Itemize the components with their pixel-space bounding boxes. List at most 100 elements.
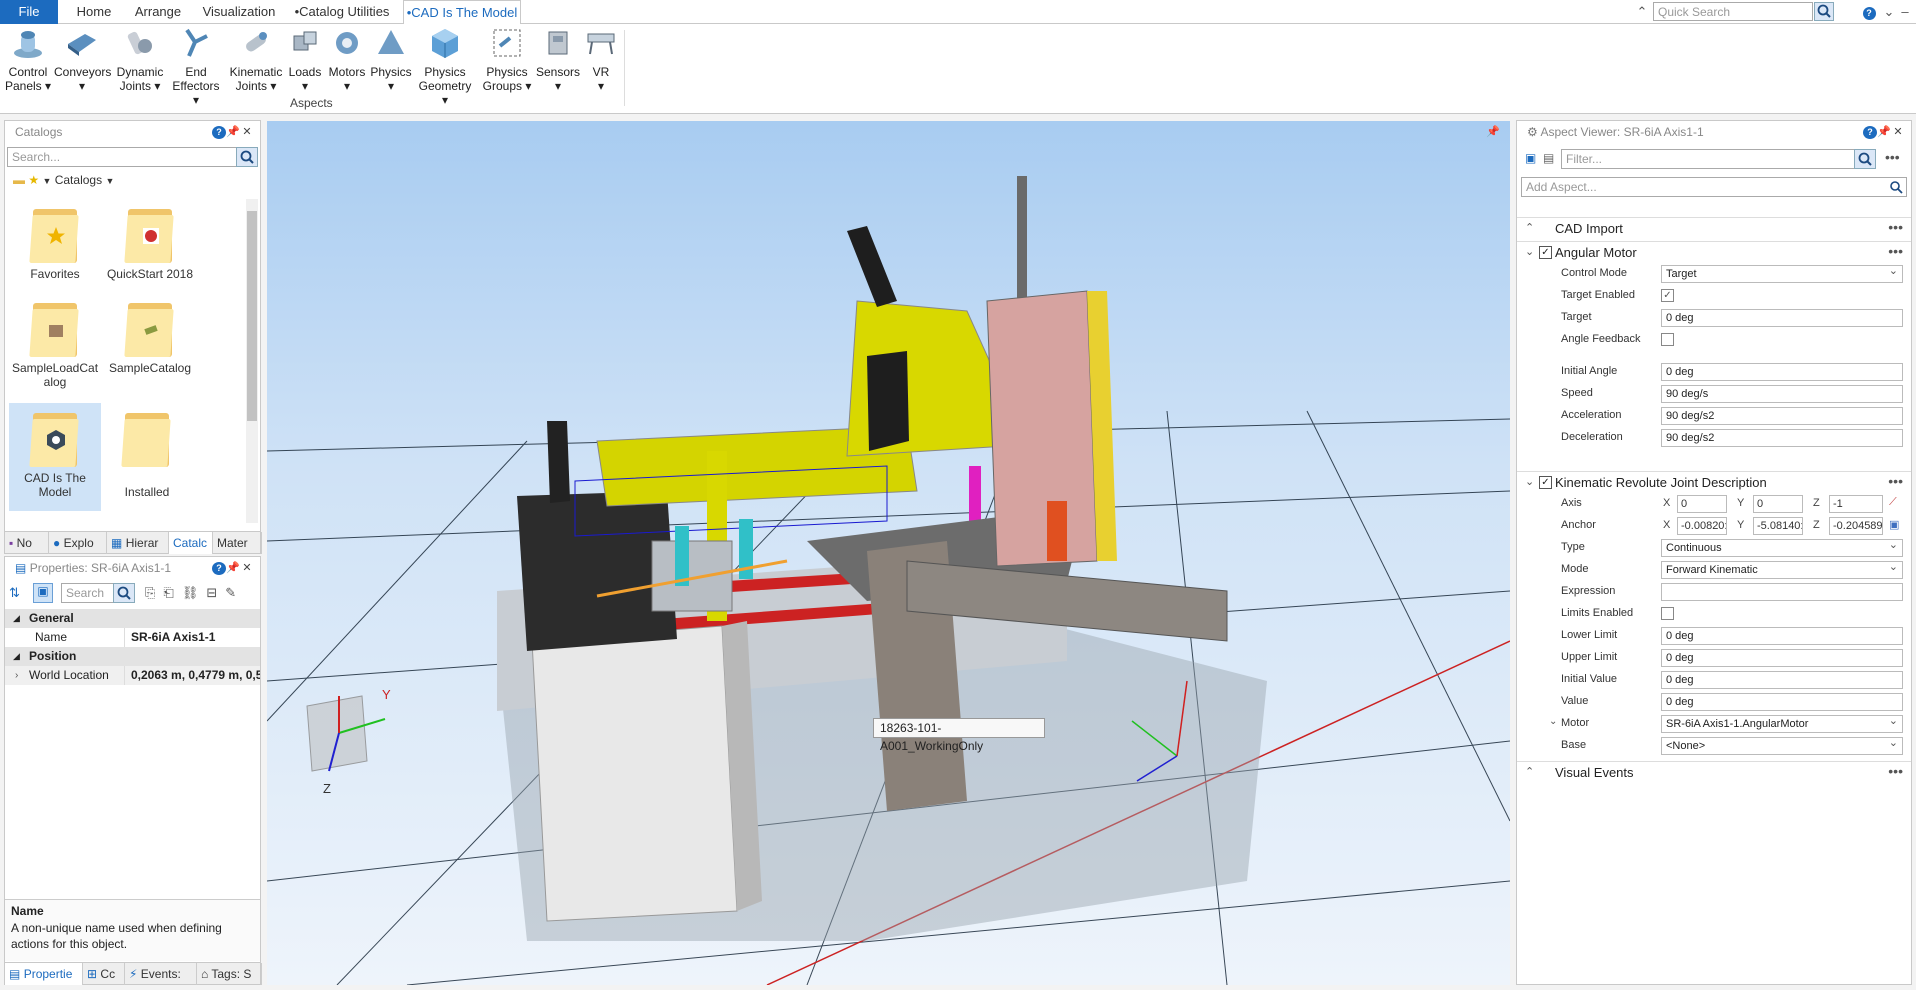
- help-icon[interactable]: ?: [212, 126, 226, 139]
- copy-icon[interactable]: ⎘: [145, 585, 163, 600]
- minimize-ribbon-icon[interactable]: –: [1896, 2, 1914, 21]
- acceleration-input[interactable]: 90 deg/s2: [1661, 407, 1903, 425]
- catalog-item-favorites[interactable]: Favorites: [9, 199, 101, 299]
- target-enabled-checkbox[interactable]: ✓: [1661, 289, 1674, 302]
- tab-events[interactable]: ⚡ Events:: [125, 963, 197, 985]
- add-aspect-input[interactable]: Add Aspect...: [1521, 177, 1907, 197]
- catalog-scrollbar[interactable]: [246, 199, 258, 523]
- control-mode-select[interactable]: Target: [1661, 265, 1903, 283]
- physics-geometry-button[interactable]: Physics Geometry ▾: [414, 26, 476, 107]
- cube-icon[interactable]: ▣: [1525, 151, 1536, 165]
- pick-anchor-icon[interactable]: ▣: [1889, 518, 1899, 531]
- tab-notes[interactable]: ▪ No: [5, 532, 49, 554]
- motor-select[interactable]: SR-6iA Axis1-1.AngularMotor: [1661, 715, 1903, 733]
- tab-explorer[interactable]: ● Explo: [49, 532, 107, 554]
- property-row-world-location[interactable]: › World Location 0,2063 m, 0,4779 m, 0,5: [5, 666, 260, 685]
- dynamic-joints-button[interactable]: Dynamic Joints ▾: [114, 26, 166, 96]
- loads-button[interactable]: Loads ▾: [286, 26, 324, 96]
- chevron-up-icon[interactable]: ⌃: [1525, 765, 1534, 778]
- tab-catalogs[interactable]: Catalc: [169, 532, 213, 554]
- tab-properties[interactable]: ▤ Propertie: [5, 963, 83, 985]
- chevron-down-icon[interactable]: ⌄: [1525, 245, 1534, 258]
- help-icon[interactable]: ?: [1860, 2, 1878, 21]
- axis-x-input[interactable]: 0: [1677, 495, 1727, 513]
- close-icon[interactable]: ✕: [1891, 125, 1905, 138]
- anchor-x-input[interactable]: -0.00820:: [1677, 517, 1727, 535]
- conveyors-button[interactable]: Conveyors ▾: [54, 26, 111, 96]
- edit-icon[interactable]: ✎: [225, 585, 244, 600]
- base-select[interactable]: <None>: [1661, 737, 1903, 755]
- aspect-angular-motor[interactable]: ⌄ ✓ Angular Motor •••: [1517, 241, 1911, 263]
- expression-input[interactable]: [1661, 583, 1903, 601]
- catalog-item-cad-is-the-model[interactable]: CAD Is The Model: [9, 403, 101, 511]
- pin-icon[interactable]: 📌: [1877, 125, 1891, 138]
- mode-select[interactable]: Forward Kinematic: [1661, 561, 1903, 579]
- help-icon[interactable]: ?: [212, 562, 226, 575]
- enabled-checkbox[interactable]: ✓: [1539, 476, 1552, 489]
- more-options-icon[interactable]: •••: [1888, 243, 1903, 259]
- motors-button[interactable]: Motors ▾: [326, 26, 368, 96]
- chevron-down-icon[interactable]: ⌄: [1525, 475, 1534, 488]
- more-options-icon[interactable]: •••: [1885, 149, 1900, 165]
- filter-icon[interactable]: ⊟: [206, 585, 225, 600]
- catalog-item-installed[interactable]: Installed: [101, 403, 193, 503]
- properties-search-input[interactable]: Search: [61, 583, 115, 603]
- upper-limit-input[interactable]: 0 deg: [1661, 649, 1903, 667]
- paste-icon[interactable]: ⎗: [163, 585, 181, 600]
- target-input[interactable]: 0 deg: [1661, 309, 1903, 327]
- more-options-icon[interactable]: •••: [1888, 219, 1903, 235]
- lower-limit-input[interactable]: 0 deg: [1661, 627, 1903, 645]
- sort-icon[interactable]: ⇅: [9, 585, 20, 601]
- catalog-icon[interactable]: ▤: [1543, 151, 1554, 165]
- tab-file[interactable]: File: [0, 0, 58, 24]
- 3d-viewport[interactable]: Y Z 📌: [267, 121, 1510, 985]
- tab-hierarchy[interactable]: ▦ Hierar: [107, 532, 169, 554]
- more-options-icon[interactable]: •••: [1888, 473, 1903, 489]
- quick-search-input[interactable]: Quick Search: [1653, 2, 1813, 21]
- catalog-search-button[interactable]: [236, 147, 258, 167]
- vr-button[interactable]: VR ▾: [582, 26, 620, 96]
- anchor-z-input[interactable]: -0.204589: [1829, 517, 1883, 535]
- control-panels-button[interactable]: Control Panels ▾: [4, 26, 52, 96]
- speed-input[interactable]: 90 deg/s: [1661, 385, 1903, 403]
- collapse-ribbon-icon[interactable]: ⌃: [1633, 2, 1651, 21]
- axis-y-input[interactable]: 0: [1753, 495, 1803, 513]
- close-icon[interactable]: ✕: [240, 561, 254, 574]
- tab-arrange[interactable]: Arrange: [130, 0, 186, 24]
- aspect-visual-events[interactable]: ⌃ Visual Events •••: [1517, 761, 1911, 783]
- pin-icon[interactable]: 📌: [226, 561, 240, 574]
- aspect-filter-input[interactable]: Filter...: [1561, 149, 1855, 169]
- property-group-general[interactable]: ◢ General: [5, 609, 260, 628]
- sensors-button[interactable]: Sensors ▾: [536, 26, 580, 96]
- more-options-icon[interactable]: •••: [1888, 763, 1903, 779]
- chevron-down-icon[interactable]: ⌄: [1549, 716, 1557, 727]
- aspect-filter-button[interactable]: [1854, 149, 1876, 169]
- angle-feedback-checkbox[interactable]: [1661, 333, 1674, 346]
- physics-button[interactable]: Physics ▾: [370, 26, 412, 96]
- axis-z-input[interactable]: -1: [1829, 495, 1883, 513]
- tab-tags[interactable]: ⌂ Tags: S: [197, 963, 262, 985]
- link-icon[interactable]: ⛓: [182, 585, 207, 600]
- tab-catalog-utilities[interactable]: •Catalog Utilities: [292, 0, 392, 24]
- tab-cad-is-the-model[interactable]: •CAD Is The Model: [403, 0, 521, 25]
- anchor-y-input[interactable]: -5.08140:: [1753, 517, 1803, 535]
- quick-search-button[interactable]: [1814, 2, 1834, 21]
- close-icon[interactable]: ✕: [240, 125, 254, 138]
- pin-icon[interactable]: 📌: [1486, 125, 1500, 138]
- tab-visualization[interactable]: Visualization: [198, 0, 280, 24]
- tab-connectors[interactable]: ⊞ Cc: [83, 963, 125, 985]
- end-effectors-button[interactable]: End Effectors ▾: [170, 26, 222, 107]
- enabled-checkbox[interactable]: ✓: [1539, 246, 1552, 259]
- properties-search-button[interactable]: [113, 583, 135, 603]
- help-icon[interactable]: ?: [1863, 126, 1877, 139]
- categorized-icon[interactable]: ▣: [33, 583, 53, 603]
- aspect-cad-import[interactable]: ⌃ CAD Import •••: [1517, 217, 1911, 239]
- aspect-kinematic-revolute-joint[interactable]: ⌄ ✓ Kinematic Revolute Joint Description ••…: [1517, 471, 1911, 493]
- initial-angle-input[interactable]: 0 deg: [1661, 363, 1903, 381]
- pick-axis-icon[interactable]: ⟋: [1889, 496, 1897, 509]
- catalog-item-sampleloadcatalog[interactable]: SampleLoadCatalog: [9, 293, 101, 393]
- limits-enabled-checkbox[interactable]: [1661, 607, 1674, 620]
- chevron-up-icon[interactable]: ⌃: [1525, 221, 1534, 234]
- type-select[interactable]: Continuous: [1661, 539, 1903, 557]
- tab-materials[interactable]: Mater: [213, 532, 262, 554]
